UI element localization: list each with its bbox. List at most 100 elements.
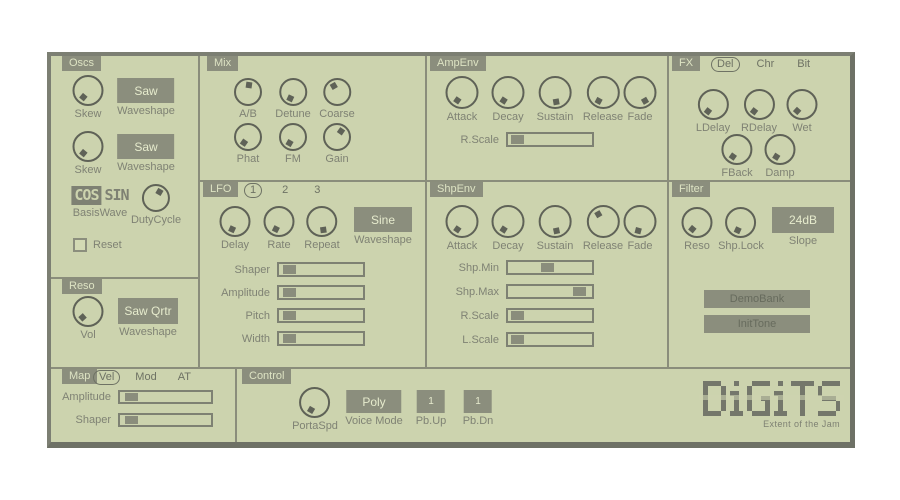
lfo-pitch-row: Pitch bbox=[206, 308, 365, 323]
slider-handle[interactable] bbox=[283, 265, 297, 274]
ampenv-release-knob[interactable] bbox=[586, 76, 620, 109]
slider-handle[interactable] bbox=[282, 311, 296, 320]
lfo-select-1[interactable]: 1 bbox=[244, 183, 263, 198]
shpenv-shpmax-row: Shp.Max bbox=[435, 284, 594, 299]
mix-coarse-label: Coarse bbox=[319, 108, 355, 120]
reset-label: Reset bbox=[93, 239, 122, 251]
panel-control: Control PortaSpd Poly Voice Mode 1 Pb.Up… bbox=[237, 369, 850, 442]
reso-waveshape-button[interactable]: Saw Qrtr bbox=[118, 298, 178, 324]
pb-dn-button[interactable]: 1 bbox=[463, 390, 492, 413]
digits-logo-letters bbox=[699, 381, 844, 416]
voice-mode-group: Poly Voice Mode bbox=[345, 390, 403, 427]
knob-indicator bbox=[728, 151, 737, 161]
mix-phat-knob[interactable] bbox=[234, 123, 262, 151]
slider-handle[interactable] bbox=[510, 335, 524, 344]
lfo-select-3[interactable]: 3 bbox=[308, 183, 326, 198]
map-source-mod[interactable]: Mod bbox=[129, 370, 162, 385]
lfo-width-slider[interactable] bbox=[277, 331, 365, 346]
inittone-button[interactable]: InitTone bbox=[704, 315, 810, 333]
knob-indicator bbox=[733, 225, 742, 234]
demobank-button[interactable]: DemoBank bbox=[704, 290, 810, 308]
slider-handle[interactable] bbox=[282, 334, 296, 343]
lfo-select-options: 1 2 3 bbox=[244, 183, 326, 198]
fx-fback-label: FBack bbox=[721, 167, 753, 179]
filter-shplock-knob[interactable] bbox=[725, 207, 757, 238]
map-shaper-slider[interactable] bbox=[118, 413, 213, 427]
mix-gain-knob[interactable] bbox=[323, 123, 351, 151]
shpenv-fade-knob[interactable] bbox=[623, 205, 657, 238]
reset-checkbox[interactable] bbox=[73, 238, 87, 252]
map-amplitude-slider[interactable] bbox=[118, 390, 213, 404]
mix-ab-label: A/B bbox=[239, 108, 257, 120]
ampenv-fade-knob[interactable] bbox=[623, 76, 657, 109]
mix-coarse-group: Coarse bbox=[319, 78, 355, 120]
ampenv-decay-knob[interactable] bbox=[491, 76, 525, 109]
slider-handle[interactable] bbox=[283, 288, 297, 297]
mix-coarse-knob[interactable] bbox=[323, 78, 351, 106]
map-source-vel[interactable]: Vel bbox=[93, 370, 121, 385]
ampenv-release-label: Release bbox=[582, 111, 624, 123]
fx-mode-del[interactable]: Del bbox=[711, 57, 740, 72]
ampenv-rscale-slider[interactable] bbox=[506, 132, 594, 147]
lfo-shaper-slider[interactable] bbox=[277, 262, 365, 277]
fx-mode-chr[interactable]: Chr bbox=[751, 57, 781, 72]
filter-slope-button[interactable]: 24dB bbox=[772, 207, 834, 233]
fx-ldelay-label: LDelay bbox=[695, 122, 731, 134]
shpenv-decay-knob[interactable] bbox=[491, 205, 525, 238]
lfo-repeat-knob[interactable] bbox=[306, 206, 338, 237]
panel-lfo: LFO 1 2 3 Delay Rate Repeat Sine Wavesha… bbox=[200, 182, 427, 369]
map-source-at[interactable]: AT bbox=[172, 370, 197, 385]
lfo-waveshape-button[interactable]: Sine bbox=[354, 207, 412, 232]
voice-mode-button[interactable]: Poly bbox=[346, 390, 402, 413]
basiswave-toggle[interactable]: cos sin bbox=[71, 186, 130, 205]
lfo-pitch-slider[interactable] bbox=[277, 308, 365, 323]
shpenv-lscale-slider[interactable] bbox=[506, 332, 594, 347]
dutycycle-knob[interactable] bbox=[142, 184, 170, 212]
fx-fback-knob[interactable] bbox=[721, 134, 753, 165]
shpenv-shpmin-slider[interactable] bbox=[506, 260, 594, 275]
control-portaspd-knob[interactable] bbox=[299, 387, 331, 418]
osc2-skew-knob[interactable] bbox=[72, 131, 104, 162]
mix-fm-knob[interactable] bbox=[279, 123, 307, 151]
dutycycle-label: DutyCycle bbox=[130, 214, 182, 226]
shpenv-rscale-slider[interactable] bbox=[506, 308, 594, 323]
shpenv-shpmax-slider[interactable] bbox=[506, 284, 594, 299]
osc2-waveshape-button[interactable]: Saw bbox=[117, 134, 175, 159]
mix-detune-knob[interactable] bbox=[278, 78, 307, 106]
reso-waveshape-label: Waveshape bbox=[119, 326, 177, 338]
ampenv-sustain-knob[interactable] bbox=[538, 76, 572, 109]
pb-up-button[interactable]: 1 bbox=[416, 390, 445, 413]
panel-reso: Reso Vol Saw Qrtr Waveshape bbox=[51, 279, 200, 369]
lfo-select-2[interactable]: 2 bbox=[276, 183, 294, 198]
fx-rdelay-knob[interactable] bbox=[743, 89, 775, 120]
osc1-waveshape-button[interactable]: Saw bbox=[117, 78, 175, 103]
osc1-skew-knob[interactable] bbox=[72, 75, 104, 106]
shpenv-release-group: Release bbox=[583, 205, 623, 252]
lfo-amplitude-slider[interactable] bbox=[277, 285, 365, 300]
filter-reso-knob[interactable] bbox=[681, 207, 713, 238]
knob-indicator bbox=[633, 226, 642, 234]
reso-vol-knob[interactable] bbox=[72, 296, 104, 327]
slider-handle[interactable] bbox=[572, 287, 586, 296]
slider-handle[interactable] bbox=[124, 393, 138, 401]
slider-handle[interactable] bbox=[124, 416, 138, 424]
slider-handle[interactable] bbox=[510, 135, 524, 144]
shpenv-attack-knob[interactable] bbox=[445, 205, 479, 238]
lfo-delay-knob[interactable] bbox=[219, 206, 251, 237]
shpenv-release-knob[interactable] bbox=[586, 205, 620, 238]
mix-ab-knob[interactable] bbox=[234, 78, 262, 106]
basiswave-cos[interactable]: cos bbox=[71, 186, 102, 205]
fx-mode-bit[interactable]: Bit bbox=[791, 57, 816, 72]
fx-ldelay-knob[interactable] bbox=[697, 89, 729, 120]
pb-up-label: Pb.Up bbox=[415, 415, 447, 427]
fx-wet-knob[interactable] bbox=[786, 89, 818, 120]
fx-damp-knob[interactable] bbox=[764, 134, 796, 165]
lfo-rate-knob[interactable] bbox=[263, 206, 295, 237]
knob-indicator bbox=[306, 405, 316, 414]
ampenv-attack-knob[interactable] bbox=[445, 76, 479, 109]
shpenv-sustain-knob[interactable] bbox=[538, 205, 572, 238]
slider-handle[interactable] bbox=[541, 263, 555, 272]
basiswave-sin[interactable]: sin bbox=[105, 186, 130, 205]
slider-handle[interactable] bbox=[510, 311, 524, 320]
pb-dn-group: 1 Pb.Dn bbox=[463, 390, 493, 427]
